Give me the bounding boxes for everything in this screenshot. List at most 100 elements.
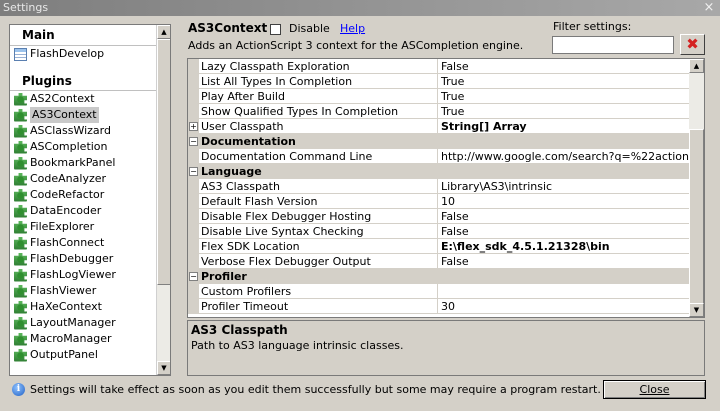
- collapse-icon[interactable]: −: [189, 272, 198, 281]
- scroll-down-icon[interactable]: ▼: [157, 361, 170, 375]
- property-value[interactable]: [438, 284, 689, 299]
- sidebar-item-dataencoder[interactable]: DataEncoder: [10, 203, 157, 219]
- sidebar-item-label: BookmarkPanel: [30, 156, 116, 169]
- scroll-thumb[interactable]: [157, 39, 170, 285]
- property-row[interactable]: Play After Build True: [188, 89, 689, 104]
- property-value[interactable]: True: [438, 104, 689, 119]
- sidebar-item-flashlogviewer[interactable]: FlashLogViewer: [10, 267, 157, 283]
- property-name: Custom Profilers: [199, 284, 438, 299]
- property-grid: Lazy Classpath Exploration False List All …: [187, 58, 705, 318]
- settings-sidebar: Main FlashDevelop Plugins AS2Context AS3C…: [9, 24, 171, 376]
- property-row[interactable]: Documentation Command Line http://www.goo…: [188, 149, 689, 164]
- property-name: Disable Flex Debugger Hosting: [199, 209, 438, 224]
- sidebar-item-layoutmanager[interactable]: LayoutManager: [10, 315, 157, 331]
- clear-x-icon: ✖: [686, 35, 699, 53]
- sidebar-item-coderefactor[interactable]: CodeRefactor: [10, 187, 157, 203]
- disable-checkbox[interactable]: [270, 24, 281, 35]
- property-name: Profiler Timeout: [199, 299, 438, 314]
- plugin-icon: [14, 188, 27, 202]
- filter-input[interactable]: [552, 36, 674, 54]
- sidebar-item-flashdevelop[interactable]: FlashDevelop: [10, 46, 157, 62]
- plugin-icon: [14, 236, 27, 250]
- collapse-icon[interactable]: −: [189, 137, 198, 146]
- category-row[interactable]: − Profiler: [188, 269, 689, 284]
- plugin-title: AS3Context: [188, 21, 268, 35]
- property-row[interactable]: Show Qualified Types In Completion True: [188, 104, 689, 119]
- property-name: Lazy Classpath Exploration: [199, 59, 438, 74]
- category-row[interactable]: − Language: [188, 164, 689, 179]
- plugin-icon: [14, 284, 27, 298]
- sidebar-item-outputpanel[interactable]: OutputPanel: [10, 347, 157, 363]
- sidebar-item-fileexplorer[interactable]: FileExplorer: [10, 219, 157, 235]
- property-row[interactable]: Custom Profilers: [188, 284, 689, 299]
- property-value[interactable]: True: [438, 89, 689, 104]
- property-value[interactable]: Library\AS3\intrinsic: [438, 179, 689, 194]
- property-value[interactable]: False: [438, 209, 689, 224]
- property-row[interactable]: Flex SDK Location E:\flex_sdk_4.5.1.21328…: [188, 239, 689, 254]
- disable-label[interactable]: Disable: [289, 22, 330, 35]
- sidebar-item-flashdebugger[interactable]: FlashDebugger: [10, 251, 157, 267]
- help-link[interactable]: Help: [340, 22, 365, 35]
- property-name: Default Flash Version: [199, 194, 438, 209]
- property-value[interactable]: http://www.google.com/search?q=%22action…: [438, 149, 689, 164]
- property-row[interactable]: Profiler Timeout 30: [188, 299, 689, 314]
- status-message: Settings will take effect as soon as you…: [30, 383, 601, 396]
- window-close-icon[interactable]: ×: [702, 1, 716, 14]
- description-title: AS3 Classpath: [191, 323, 288, 337]
- category-row[interactable]: − Documentation: [188, 134, 689, 149]
- sidebar-scrollbar[interactable]: ▲ ▼: [156, 25, 170, 375]
- filter-label: Filter settings:: [553, 20, 632, 33]
- category-label: Documentation: [201, 135, 296, 148]
- grid-scrollbar[interactable]: ▲ ▼: [689, 59, 704, 317]
- sidebar-item-macromanager[interactable]: MacroManager: [10, 331, 157, 347]
- sidebar-item-asclasswizard[interactable]: ASClassWizard: [10, 123, 157, 139]
- plugin-icon: [14, 204, 27, 218]
- clear-filter-button[interactable]: ✖: [680, 34, 705, 55]
- expand-icon[interactable]: +: [189, 122, 198, 131]
- property-row[interactable]: Lazy Classpath Exploration False: [188, 59, 689, 74]
- sidebar-item-codeanalyzer[interactable]: CodeAnalyzer: [10, 171, 157, 187]
- property-value[interactable]: E:\flex_sdk_4.5.1.21328\bin: [438, 239, 689, 254]
- grid-scroll-down-icon[interactable]: ▼: [689, 303, 704, 317]
- sidebar-item-label: LayoutManager: [30, 316, 116, 329]
- scroll-up-icon[interactable]: ▲: [157, 25, 170, 39]
- property-name: User Classpath: [199, 119, 438, 134]
- category-label: Language: [201, 165, 262, 178]
- property-row[interactable]: AS3 Classpath Library\AS3\intrinsic: [188, 179, 689, 194]
- property-row[interactable]: Disable Flex Debugger Hosting False: [188, 209, 689, 224]
- sidebar-item-ascompletion[interactable]: ASCompletion: [10, 139, 157, 155]
- property-value[interactable]: 10: [438, 194, 689, 209]
- plugin-icon: [14, 252, 27, 266]
- sidebar-item-label: DataEncoder: [30, 204, 102, 217]
- property-value[interactable]: False: [438, 254, 689, 269]
- property-value[interactable]: False: [438, 59, 689, 74]
- property-row[interactable]: Disable Live Syntax Checking False: [188, 224, 689, 239]
- property-value[interactable]: String[] Array: [438, 119, 689, 134]
- plugin-icon: [14, 124, 27, 138]
- sidebar-item-label: CodeAnalyzer: [30, 172, 107, 185]
- sidebar-item-haxecontext[interactable]: HaXeContext: [10, 299, 157, 315]
- property-value[interactable]: True: [438, 74, 689, 89]
- property-value[interactable]: 30: [438, 299, 689, 314]
- property-value[interactable]: False: [438, 224, 689, 239]
- property-name: List All Types In Completion: [199, 74, 438, 89]
- plugin-description: Adds an ActionScript 3 context for the A…: [188, 39, 524, 52]
- close-button[interactable]: Close: [603, 380, 706, 399]
- sidebar-item-flashviewer[interactable]: FlashViewer: [10, 283, 157, 299]
- grid-scroll-up-icon[interactable]: ▲: [689, 59, 704, 73]
- sidebar-group-plugins: Plugins: [10, 70, 157, 91]
- property-name: Verbose Flex Debugger Output: [199, 254, 438, 269]
- sidebar-item-flashconnect[interactable]: FlashConnect: [10, 235, 157, 251]
- info-icon: i: [12, 383, 25, 396]
- property-row[interactable]: + User Classpath String[] Array: [188, 119, 689, 134]
- property-row[interactable]: Verbose Flex Debugger Output False: [188, 254, 689, 269]
- plugin-icon: [14, 156, 27, 170]
- sidebar-item-as3context[interactable]: AS3Context: [10, 107, 157, 123]
- collapse-icon[interactable]: −: [189, 167, 198, 176]
- property-row[interactable]: Default Flash Version 10: [188, 194, 689, 209]
- title-bar: Settings ×: [0, 0, 720, 16]
- sidebar-item-as2context[interactable]: AS2Context: [10, 91, 157, 107]
- sidebar-item-bookmarkpanel[interactable]: BookmarkPanel: [10, 155, 157, 171]
- grid-scroll-thumb[interactable]: [689, 129, 704, 304]
- property-row[interactable]: List All Types In Completion True: [188, 74, 689, 89]
